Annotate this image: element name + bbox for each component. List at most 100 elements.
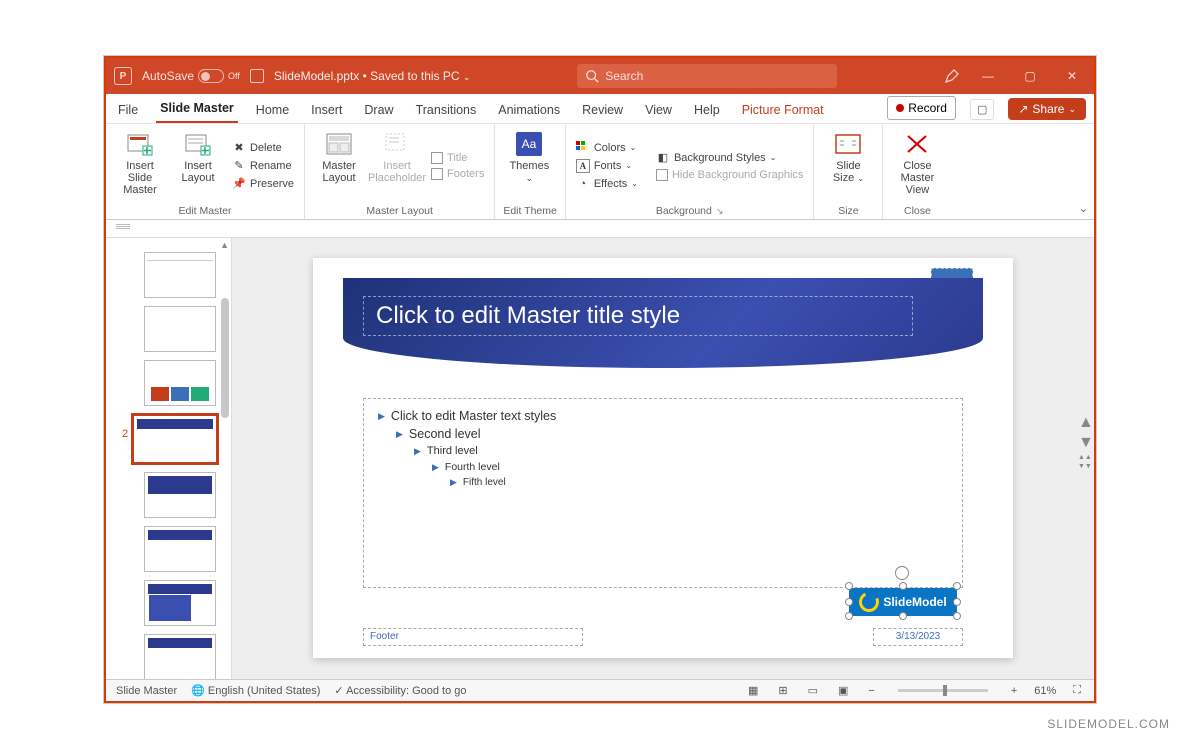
record-button[interactable]: Record [887,96,956,120]
effects-button[interactable]: ◔Effects ⌄ [574,176,640,192]
fonts-icon: A [576,159,590,173]
tab-picture-format[interactable]: Picture Format [738,97,828,123]
zoom-out-button[interactable]: − [865,685,877,697]
master-index: 2 [122,428,128,440]
fit-to-window-button[interactable]: ⛶ [1070,684,1084,697]
qat-handle-icon[interactable] [116,224,130,234]
insert-layout-button[interactable]: Insert Layout [172,128,224,203]
selection-handle[interactable] [845,582,853,590]
selection-handle[interactable] [845,612,853,620]
tab-animations[interactable]: Animations [494,97,564,123]
reading-view-button[interactable]: ▭ [805,684,821,697]
autosave-label: AutoSave [142,69,194,83]
close-button[interactable]: ✕ [1058,69,1086,83]
slide-master: ‹#› Click to edit Master title style ▶Cl… [313,258,1013,658]
layout-thumbnail[interactable] [144,472,216,518]
slideshow-view-button[interactable]: ▣ [835,684,851,697]
tab-transitions[interactable]: Transitions [412,97,481,123]
minimize-button[interactable]: — [974,69,1002,83]
ribbon-tabs: File Slide Master Home Insert Draw Trans… [106,94,1094,124]
close-master-view-button[interactable]: Close Master View [891,128,943,203]
search-input[interactable]: Search [577,64,837,88]
rotation-handle[interactable] [895,566,909,580]
hide-bg-checkbox[interactable]: Hide Background Graphics [654,168,805,182]
insert-placeholder-button[interactable]: Insert Placeholder [371,128,423,203]
insert-slide-master-button[interactable]: Insert Slide Master [114,128,166,203]
themes-button[interactable]: Aa Themes⌄ [503,128,555,203]
selection-handle[interactable] [899,582,907,590]
normal-view-button[interactable]: ▦ [745,684,761,697]
scroll-up-icon[interactable]: ▲ [220,240,229,250]
powerpoint-window: P AutoSave Off SlideModel.pptx • Saved t… [104,56,1096,703]
effects-icon: ◔ [576,177,590,191]
maximize-button[interactable]: ▢ [1016,69,1044,83]
footers-checkbox[interactable]: Footers [429,167,486,181]
selection-handle[interactable] [953,612,961,620]
colors-icon [576,141,590,155]
delete-button[interactable]: ✖Delete [230,140,296,156]
layout-thumbnail[interactable] [144,360,216,406]
tab-insert[interactable]: Insert [307,97,346,123]
rename-button[interactable]: ✎Rename [230,158,296,174]
preserve-button[interactable]: 📌Preserve [230,176,296,192]
master-layout-button[interactable]: Master Layout [313,128,365,203]
tab-help[interactable]: Help [690,97,724,123]
tab-home[interactable]: Home [252,97,293,123]
tab-review[interactable]: Review [578,97,627,123]
tab-view[interactable]: View [641,97,676,123]
layout-thumbnail[interactable] [144,306,216,352]
ribbon: Insert Slide Master Insert Layout ✖Delet… [106,124,1094,220]
tab-draw[interactable]: Draw [360,97,397,123]
background-styles-button[interactable]: ◧Background Styles ⌄ [654,150,805,166]
slide-canvas[interactable]: ‹#› Click to edit Master title style ▶Cl… [232,238,1094,679]
body-placeholder[interactable]: ▶Click to edit Master text styles ▶Secon… [363,398,963,588]
canvas-scroll-controls[interactable]: ▲▼▲▲▼▼ [1078,414,1090,470]
layout-thumbnail[interactable] [144,252,216,298]
master-thumbnail-selected[interactable] [132,414,218,464]
search-icon [585,69,599,83]
zoom-slider[interactable] [898,689,988,692]
title-checkbox[interactable]: Title [429,151,486,165]
fonts-button[interactable]: AFonts ⌄ [574,158,640,174]
colors-button[interactable]: Colors ⌄ [574,140,640,156]
preserve-icon: 📌 [232,177,246,191]
quick-access-bar [106,220,1094,238]
delete-icon: ✖ [232,141,246,155]
selection-handle[interactable] [953,582,961,590]
status-bar: Slide Master 🌐 English (United States) ✓… [106,679,1094,701]
selection-handle[interactable] [953,598,961,606]
share-button[interactable]: ↗Share⌄ [1008,98,1086,120]
ribbon-group-close: Close Master View Close [883,124,951,219]
language-button[interactable]: 🌐 English (United States) [191,684,320,697]
layout-thumbnail[interactable] [144,634,216,679]
ribbon-collapse-button[interactable]: ⌄ [1079,202,1088,215]
date-placeholder[interactable]: 3/13/2023 [873,628,963,646]
save-icon[interactable] [250,69,264,83]
autosave-toggle[interactable]: AutoSave Off [142,69,240,83]
selection-handle[interactable] [899,612,907,620]
thumbnail-pane[interactable]: ▲ 2 [106,238,232,679]
footer-placeholder[interactable]: Footer [363,628,583,646]
tab-file[interactable]: File [114,97,142,123]
pen-icon[interactable] [944,68,960,84]
status-mode: Slide Master [116,685,177,697]
tab-slide-master[interactable]: Slide Master [156,95,238,123]
sorter-view-button[interactable]: ⊞ [775,684,790,697]
thumbnail-scrollbar[interactable] [221,298,229,418]
slide-size-button[interactable]: Slide Size ⌄ [822,128,874,203]
title-placeholder[interactable]: Click to edit Master title style [363,296,913,336]
titlebar: P AutoSave Off SlideModel.pptx • Saved t… [106,58,1094,94]
zoom-in-button[interactable]: + [1008,685,1020,697]
ribbon-group-edit-master: Insert Slide Master Insert Layout ✖Delet… [106,124,305,219]
accessibility-button[interactable]: ✓ Accessibility: Good to go [334,684,466,697]
present-button[interactable]: ▢ [970,99,994,120]
layout-thumbnail[interactable] [144,580,216,626]
document-title[interactable]: SlideModel.pptx • Saved to this PC ⌄ [274,69,471,83]
watermark: SLIDEMODEL.COM [1047,717,1170,731]
ribbon-group-background: Colors ⌄ AFonts ⌄ ◔Effects ⌄ ◧Background… [566,124,815,219]
layout-thumbnail[interactable] [144,526,216,572]
background-dialog-launcher[interactable]: ↘ [716,206,724,216]
svg-text:Aa: Aa [522,137,537,151]
ribbon-group-master-layout: Master Layout Insert Placeholder Title F… [305,124,495,219]
selection-handle[interactable] [845,598,853,606]
